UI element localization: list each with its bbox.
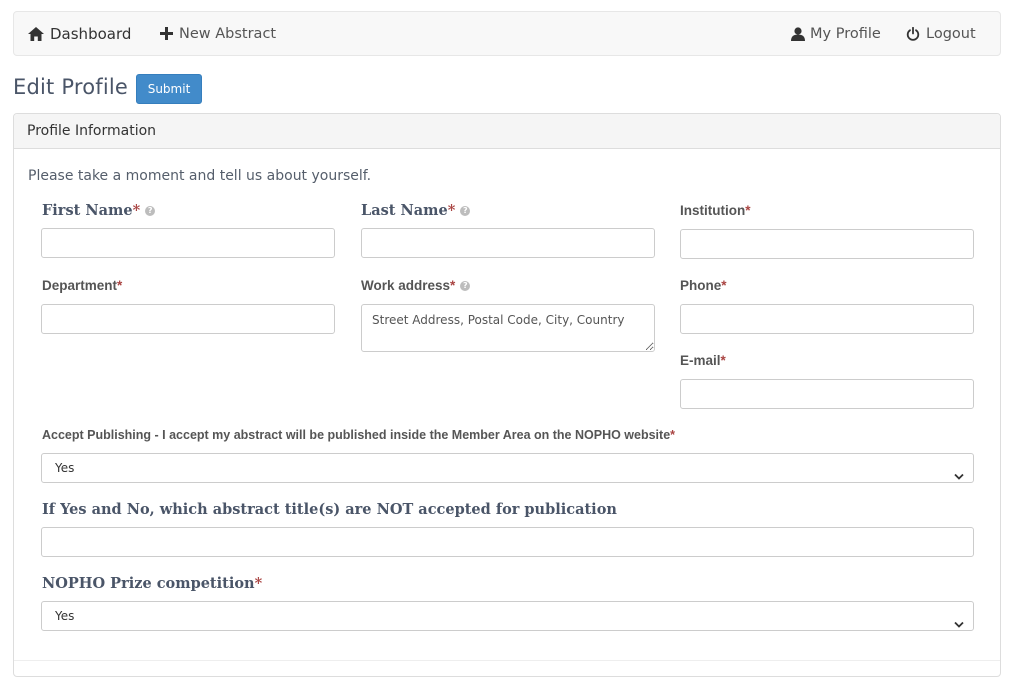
prize-selected: Yes xyxy=(55,609,75,623)
nav-dashboard-link[interactable]: Dashboard xyxy=(28,12,131,55)
help-icon[interactable]: ? xyxy=(145,206,156,216)
page-title: Edit Profile xyxy=(13,75,129,99)
power-icon xyxy=(906,26,920,41)
nav-my-profile-label: My Profile xyxy=(810,25,881,42)
institution-label: Institution* xyxy=(680,203,751,218)
phone-input[interactable] xyxy=(680,304,974,334)
institution-input[interactable] xyxy=(680,229,974,259)
last-name-input[interactable] xyxy=(361,228,655,258)
department-label: Department* xyxy=(42,278,123,293)
nav-logout-label: Logout xyxy=(926,25,976,42)
intro-text: Please take a moment and tell us about y… xyxy=(28,168,372,184)
top-navbar: Dashboard New Abstract My Profile Logout xyxy=(13,11,1001,56)
required-marker: * xyxy=(132,202,141,219)
not-accepted-titles-input[interactable] xyxy=(41,527,974,557)
chevron-down-icon xyxy=(954,611,964,639)
required-marker: * xyxy=(447,202,456,219)
panel-footer-divider xyxy=(14,660,1000,661)
nav-new-abstract-label: New Abstract xyxy=(179,25,277,42)
nav-logout-link[interactable]: Logout xyxy=(906,12,976,55)
plus-icon xyxy=(160,27,173,40)
required-marker: * xyxy=(745,203,751,218)
panel-heading: Profile Information xyxy=(14,114,1000,149)
accept-publishing-select[interactable]: Yes xyxy=(41,453,974,483)
profile-panel: Profile Information Please take a moment… xyxy=(13,113,1001,677)
required-marker: * xyxy=(117,278,123,293)
first-name-label: First Name*? xyxy=(42,202,156,219)
last-name-label: Last Name*? xyxy=(361,202,471,219)
submit-button[interactable]: Submit xyxy=(136,74,202,104)
prize-select[interactable]: Yes xyxy=(41,601,974,631)
email-label: E-mail* xyxy=(680,353,726,368)
user-icon xyxy=(791,26,805,41)
accept-publishing-selected: Yes xyxy=(55,461,75,475)
prize-label: NOPHO Prize competition* xyxy=(42,575,263,592)
required-marker: * xyxy=(254,575,263,592)
required-marker: * xyxy=(721,278,727,293)
nav-new-abstract-link[interactable]: New Abstract xyxy=(160,12,276,55)
required-marker: * xyxy=(720,353,726,368)
accept-publishing-label: Accept Publishing - I accept my abstract… xyxy=(42,428,676,442)
required-marker: * xyxy=(670,428,676,442)
nav-dashboard-label: Dashboard xyxy=(50,24,132,43)
phone-label: Phone* xyxy=(680,278,727,293)
first-name-input[interactable] xyxy=(41,228,335,258)
required-marker: * xyxy=(450,278,456,293)
help-icon[interactable]: ? xyxy=(460,281,471,292)
chevron-down-icon xyxy=(954,463,964,491)
help-icon[interactable]: ? xyxy=(460,206,471,216)
email-input[interactable] xyxy=(680,379,974,409)
nav-my-profile-link[interactable]: My Profile xyxy=(791,12,881,55)
work-address-textarea[interactable] xyxy=(361,304,655,352)
home-icon xyxy=(28,26,44,41)
department-input[interactable] xyxy=(41,304,335,334)
not-accepted-titles-label: If Yes and No, which abstract title(s) a… xyxy=(42,501,617,518)
work-address-label: Work address*? xyxy=(361,278,471,293)
